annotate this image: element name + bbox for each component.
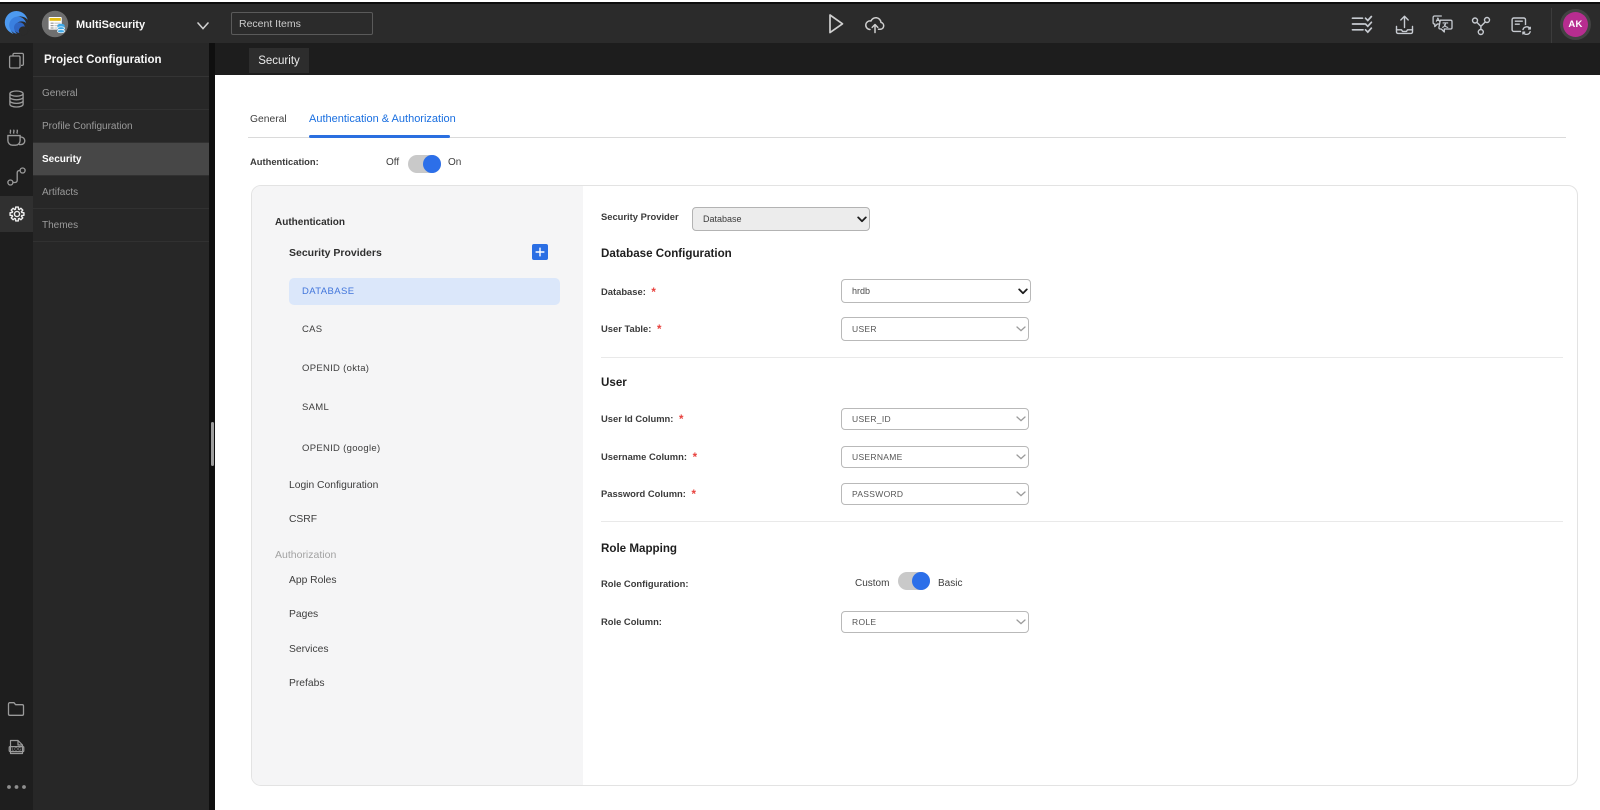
svg-text:LOG: LOG — [12, 747, 22, 752]
